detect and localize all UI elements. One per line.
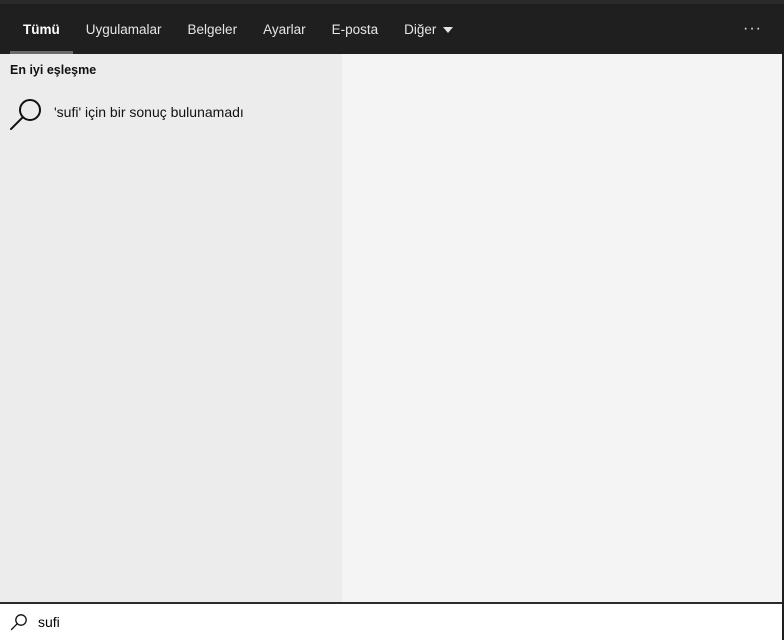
ellipsis-icon: ··· <box>743 20 762 37</box>
tab-label: Uygulamalar <box>85 21 162 37</box>
tab-email[interactable]: E-posta <box>319 4 392 54</box>
more-options-button[interactable]: ··· <box>743 4 762 54</box>
search-box[interactable] <box>0 602 782 640</box>
tab-documents[interactable]: Belgeler <box>175 4 251 54</box>
tab-all[interactable]: Tümü <box>10 4 73 54</box>
results-pane: En iyi eşleşme 'sufi' için bir sonuç bul… <box>0 54 342 602</box>
search-icon <box>10 614 27 631</box>
no-result-text: 'sufi' için bir sonuç bulunamadı <box>54 104 244 120</box>
tab-label: Diğer <box>404 21 437 37</box>
caret-down-icon <box>443 26 454 33</box>
preview-pane <box>342 54 782 602</box>
search-input[interactable] <box>38 612 738 632</box>
tab-settings[interactable]: Ayarlar <box>250 4 319 54</box>
search-icon <box>10 99 41 130</box>
tab-label: E-posta <box>331 21 379 37</box>
tab-label: Tümü <box>23 21 60 37</box>
best-match-heading: En iyi eşleşme <box>10 63 97 77</box>
filter-tabs: Tümü Uygulamalar Belgeler Ayarlar E-post… <box>0 4 784 54</box>
tab-label: Ayarlar <box>263 21 306 37</box>
search-window: Tümü Uygulamalar Belgeler Ayarlar E-post… <box>0 0 784 640</box>
tab-label: Belgeler <box>187 21 238 37</box>
no-result-item: 'sufi' için bir sonuç bulunamadı <box>8 97 244 133</box>
tab-apps[interactable]: Uygulamalar <box>73 4 175 54</box>
tab-more-dropdown[interactable]: Diğer <box>391 4 466 54</box>
